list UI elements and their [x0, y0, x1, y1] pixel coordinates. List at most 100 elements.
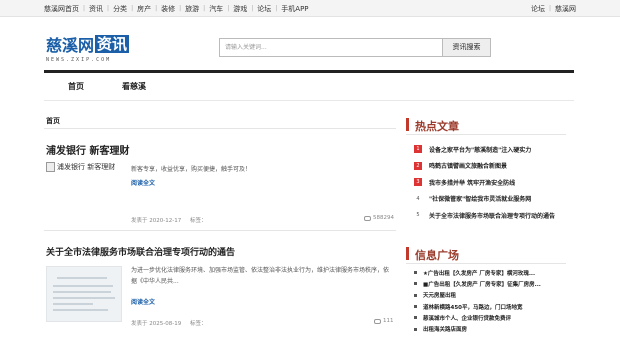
top-right-forum[interactable]: 论坛 — [531, 4, 545, 14]
image-detail — [53, 309, 108, 311]
hot-item[interactable]: 1 设备之家平台为"慈溪制造"注入硬实力 — [414, 141, 584, 158]
info-item[interactable]: ★广告出租【久发房产 厂房专家】横河玫瑰... — [414, 267, 584, 278]
top-link-game[interactable]: 游戏 — [233, 4, 247, 14]
info-item[interactable]: 道林新横路450平，马路边，门口场地宽 — [414, 301, 584, 312]
hot-item-text: 关于全市法律服务市场联合治理专项行动的通告 — [429, 212, 556, 220]
divider: | — [548, 5, 551, 12]
article-summary: 新客专享，收益优享，购买便捷，触手可及！ — [131, 166, 252, 173]
image-detail — [53, 291, 111, 293]
nav-cixi[interactable]: 看慈溪 — [122, 81, 146, 92]
comment-count[interactable]: 111 — [374, 318, 394, 324]
hot-item-text: 鸣鹤古镇譬画文旅融合新图景 — [429, 163, 508, 171]
image-detail — [53, 285, 113, 287]
divider — [44, 128, 396, 129]
article-image[interactable] — [46, 266, 122, 322]
image-detail — [57, 277, 107, 279]
article-summary: 为进一步优化法律服务环境、加强市场监管、依法整治非法执业行为，维护法律服务市场秩… — [131, 267, 390, 285]
bullet-icon — [414, 305, 417, 309]
top-link-forum[interactable]: 论坛 — [257, 4, 271, 14]
bullet-icon — [414, 282, 417, 286]
divider: | — [179, 5, 182, 12]
info-title: 信息广场 — [415, 249, 459, 262]
comment-icon — [374, 318, 381, 324]
article-tags: 标签： — [190, 321, 207, 327]
top-link-home[interactable]: 慈溪网首页 — [44, 4, 79, 14]
info-item-text: 道林新横路450平，马路边，门口场地宽 — [423, 304, 523, 311]
bullet-icon — [414, 293, 417, 297]
divider: | — [251, 5, 254, 12]
logo-subtitle: NEWS.ZXIP.COM — [46, 57, 112, 63]
info-item-text: ★广告出租【久发房产 厂房专家】横河玫瑰... — [423, 270, 536, 277]
comment-icon — [364, 215, 371, 221]
info-item[interactable]: 出租海关路店面房 — [414, 323, 584, 334]
comment-count[interactable]: 588294 — [364, 215, 394, 221]
hot-item[interactable]: 2 鸣鹤古镇譬画文旅融合新图景 — [414, 158, 584, 175]
info-item[interactable]: ■广告出租【久发房产 厂房专家】征集厂房房... — [414, 278, 584, 289]
main-nav: 首页 看慈溪 — [44, 73, 574, 101]
rank-badge: 1 — [414, 145, 422, 154]
info-item[interactable]: 天元房屋出租 — [414, 290, 584, 301]
comment-count-value: 111 — [383, 318, 394, 324]
site-logo[interactable]: 慈溪网 资讯 NEWS.ZXIP.COM — [46, 32, 130, 63]
divider: | — [275, 5, 278, 12]
logo-text: 慈溪网 — [46, 36, 95, 55]
hot-item[interactable]: 3 我市多措并举 筑牢开渔安全防线 — [414, 174, 584, 191]
bullet-icon — [414, 327, 417, 331]
divider: | — [155, 5, 158, 12]
logo-box-text: 资讯 — [95, 35, 130, 53]
comment-count-value: 588294 — [373, 215, 394, 221]
info-item[interactable]: 慈溪城市个人、企业银行贷款免费评 — [414, 312, 584, 323]
bullet-icon — [414, 316, 417, 320]
divider: | — [227, 5, 230, 12]
rank-badge: 5 — [416, 212, 420, 219]
hot-item[interactable]: 4 "社保微管家"智绘我市灵活就业服务网 — [414, 191, 584, 208]
top-right-site[interactable]: 慈溪网 — [555, 4, 576, 14]
info-list: ★广告出租【久发房产 厂房专家】横河玫瑰... ■广告出租【久发房产 厂房专家】… — [414, 267, 584, 335]
search-input[interactable]: 请输入关键词... — [219, 38, 443, 57]
top-link-news[interactable]: 资讯 — [89, 4, 103, 14]
rank-badge: 4 — [416, 195, 420, 202]
info-item-text: ■广告出租【久发房产 厂房专家】征集厂房房... — [423, 281, 541, 288]
read-more-link[interactable]: 阅读全文 — [131, 297, 155, 306]
top-link-auto[interactable]: 汽车 — [209, 4, 223, 14]
hot-item-text: "社保微管家"智绘我市灵活就业服务网 — [429, 196, 532, 204]
divider: | — [131, 5, 134, 12]
bullet-icon — [414, 271, 417, 275]
article-title[interactable]: 关于全市法律服务市场联合治理专项行动的通告 — [46, 245, 235, 258]
info-item-text: 慈溪城市个人、企业银行贷款免费评 — [423, 315, 512, 322]
top-right-nav: 论坛 | 慈溪网 — [531, 0, 576, 17]
divider: | — [203, 5, 206, 12]
section-accent — [406, 118, 409, 131]
article-tags: 标签： — [190, 218, 207, 224]
article-date: 发表于 2020-12-17 — [131, 218, 182, 224]
top-link-classified[interactable]: 分类 — [113, 4, 127, 14]
nav-home[interactable]: 首页 — [68, 81, 84, 92]
hot-list: 1 设备之家平台为"慈溪制造"注入硬实力 2 鸣鹤古镇譬画文旅融合新图景 3 我市多措… — [414, 141, 584, 224]
image-detail — [53, 297, 115, 299]
image-detail — [53, 303, 93, 305]
hot-item[interactable]: 5 关于全市法律服务市场联合治理专项行动的通告 — [414, 207, 584, 224]
info-item-text: 出租海关路店面房 — [423, 327, 468, 334]
divider — [406, 134, 566, 135]
search-button[interactable]: 资讯搜索 — [443, 38, 491, 57]
top-link-house[interactable]: 房产 — [137, 4, 151, 14]
divider: | — [83, 5, 86, 12]
article-date: 发表于 2025-08-19 — [131, 321, 182, 327]
hot-title: 热点文章 — [415, 120, 459, 133]
divider — [44, 230, 396, 231]
hot-item-text: 设备之家平台为"慈溪制造"注入硬实力 — [429, 146, 532, 154]
breadcrumb[interactable]: 首页 — [46, 116, 60, 126]
top-link-travel[interactable]: 旅游 — [185, 4, 199, 14]
read-more-link[interactable]: 阅读全文 — [131, 178, 155, 187]
broken-image-icon — [46, 162, 55, 172]
top-link-app[interactable]: 手机APP — [281, 4, 308, 14]
section-accent — [406, 247, 409, 260]
rank-badge: 2 — [414, 161, 422, 170]
top-link-decor[interactable]: 装修 — [161, 4, 175, 14]
article-image[interactable]: 浦发银行 新客理财 — [46, 162, 122, 192]
article-title[interactable]: 浦发银行 新客理财 — [46, 142, 129, 157]
rank-badge: 3 — [414, 178, 422, 187]
image-alt-text: 浦发银行 新客理财 — [57, 163, 116, 171]
top-nav: 慈溪网首页 | 资讯 | 分类 | 房产 | 装修 | 旅游 | 汽车 | 游戏 | 论坛 | 手… — [44, 0, 309, 17]
divider — [406, 263, 566, 264]
